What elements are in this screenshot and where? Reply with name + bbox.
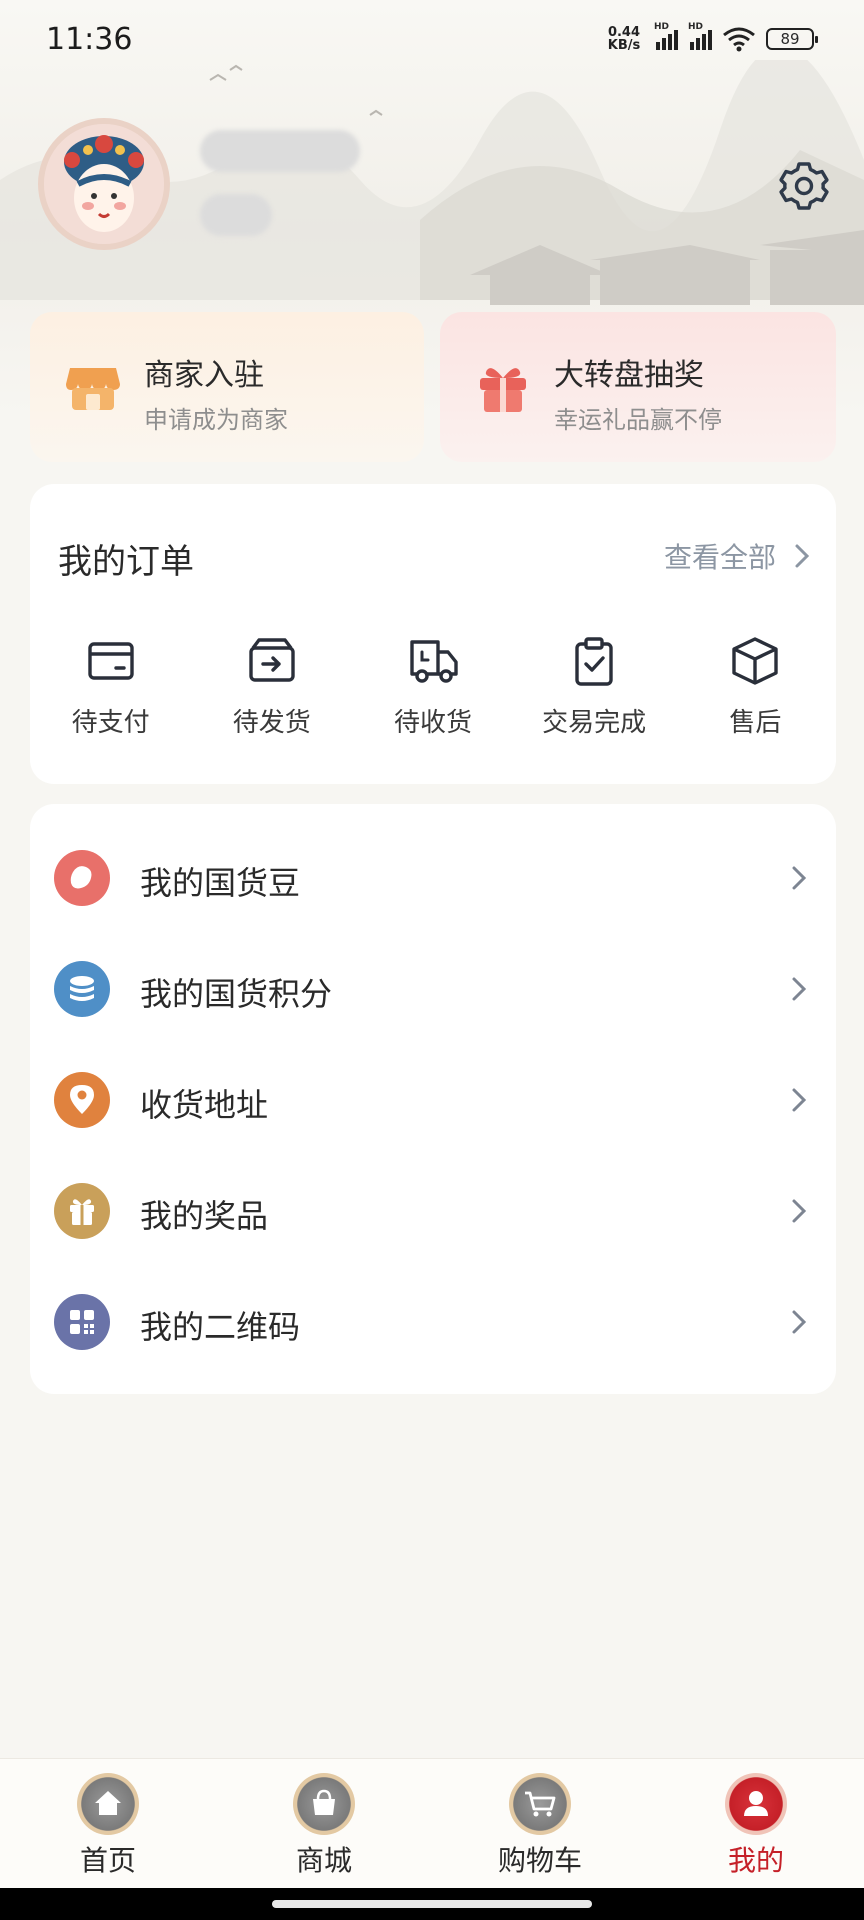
wallet-card-icon (87, 642, 134, 680)
order-after-sales-label: 售后 (729, 708, 782, 738)
view-all-label: 查看全部 (663, 541, 776, 574)
order-pending-receipt-label: 待收货 (393, 708, 472, 738)
user-id-redacted (200, 194, 272, 236)
chevron-right-icon (792, 977, 807, 1001)
menu-item-beans-label: 我的国货豆 (140, 864, 301, 902)
qr-code-icon (54, 1294, 110, 1350)
chevron-right-icon (792, 1310, 807, 1334)
chevron-right-icon (795, 544, 810, 568)
menu-item-qr-code-label: 我的二维码 (140, 1308, 301, 1346)
order-completed[interactable]: 交易完成 (514, 634, 675, 739)
clipboard-check-icon (575, 637, 613, 686)
status-icons: 0.44 KB/s HD HD 89 (604, 22, 818, 52)
location-pin-icon (54, 1072, 110, 1128)
order-after-sales[interactable]: 售后 (675, 634, 836, 739)
menu-item-prizes[interactable]: 我的奖品 (30, 1155, 836, 1266)
nav-mall-label: 商城 (295, 1844, 352, 1877)
merchant-signup-subtitle: 申请成为商家 (144, 406, 288, 434)
order-completed-label: 交易完成 (542, 708, 647, 738)
order-pending-shipment-label: 待发货 (232, 708, 311, 738)
nav-cart[interactable]: 购物车 (470, 1773, 610, 1879)
avatar[interactable] (38, 118, 170, 250)
menu-item-address-label: 收货地址 (140, 1086, 269, 1124)
merchant-signup-card[interactable]: 商家入驻 申请成为商家 (30, 312, 424, 462)
view-all-orders-link[interactable]: 查看全部 (664, 536, 810, 576)
network-speed: 0.44 KB/s (604, 26, 644, 52)
gift-icon (54, 1183, 110, 1239)
merchant-signup-title: 商家入驻 (144, 358, 264, 393)
order-pending-receipt[interactable]: 待收货 (352, 634, 513, 739)
store-icon (66, 368, 120, 410)
cart-icon (509, 1773, 571, 1835)
chevron-right-icon (792, 866, 807, 890)
status-time: 11:36 (46, 22, 133, 57)
settings-button[interactable] (776, 158, 832, 214)
truck-icon (410, 640, 458, 683)
menu-item-address[interactable]: 收货地址 (30, 1044, 836, 1155)
my-orders-title: 我的订单 (58, 542, 194, 582)
menu-item-qr-code[interactable]: 我的二维码 (30, 1266, 836, 1377)
order-pending-payment[interactable]: 待支付 (30, 634, 191, 739)
nav-home[interactable]: 首页 (38, 1773, 178, 1879)
lucky-wheel-card[interactable]: 大转盘抽奖 幸运礼品赢不停 (440, 312, 836, 462)
bean-icon (54, 850, 110, 906)
chevron-right-icon (792, 1199, 807, 1223)
order-pending-shipment[interactable]: 待发货 (191, 634, 352, 739)
box-arrow-icon (249, 638, 295, 682)
opera-mask-avatar-icon (44, 124, 164, 244)
net-speed-unit: KB/s (607, 38, 641, 53)
lucky-wheel-subtitle: 幸运礼品赢不停 (554, 406, 722, 434)
gear-icon (779, 162, 829, 210)
signal-hd-label: HD (688, 22, 704, 32)
wifi-icon (723, 27, 755, 52)
nav-mall[interactable]: 商城 (254, 1773, 394, 1879)
nav-mine[interactable]: 我的 (686, 1773, 826, 1879)
signal-icon: HD (688, 22, 712, 50)
shopping-bag-icon (293, 1773, 355, 1835)
menu-item-prizes-label: 我的奖品 (140, 1197, 269, 1235)
signal-icon: HD (654, 22, 678, 50)
menu-item-beans[interactable]: 我的国货豆 (30, 822, 836, 933)
nav-mine-label: 我的 (727, 1844, 784, 1877)
account-menu-card: 我的国货豆 我的国货积分 收货地址 我的奖品 我的二维码 (30, 804, 836, 1394)
coins-icon (54, 961, 110, 1017)
system-home-indicator[interactable] (0, 1888, 864, 1920)
chevron-right-icon (792, 1088, 807, 1112)
order-pending-payment-label: 待支付 (71, 708, 150, 738)
battery-icon: 89 (766, 28, 818, 50)
nav-home-label: 首页 (79, 1844, 136, 1877)
home-icon (77, 1773, 139, 1835)
bottom-navigation: 首页 商城 购物车 我的 (0, 1758, 864, 1888)
username-redacted (200, 130, 360, 172)
signal-hd-label: HD (654, 22, 670, 32)
user-icon (725, 1773, 787, 1835)
lucky-wheel-title: 大转盘抽奖 (554, 358, 704, 393)
menu-item-points-label: 我的国货积分 (140, 975, 333, 1013)
package-icon (732, 637, 779, 685)
my-orders-card: 我的订单 查看全部 待支付 待发货 待收货 交易完成 售后 (30, 484, 836, 784)
order-status-row: 待支付 待发货 待收货 交易完成 售后 (30, 634, 836, 739)
nav-cart-label: 购物车 (497, 1844, 582, 1877)
status-bar: 11:36 0.44 KB/s HD HD 89 (0, 0, 864, 80)
gift-icon (480, 368, 526, 412)
menu-item-points[interactable]: 我的国货积分 (30, 933, 836, 1044)
